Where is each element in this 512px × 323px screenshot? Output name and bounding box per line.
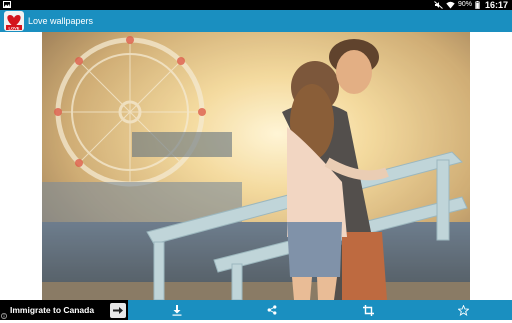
status-bar: 90% 16:17 <box>0 0 512 10</box>
battery-icon <box>475 1 480 9</box>
app-heart-icon[interactable]: LOVE <box>4 11 24 31</box>
star-icon <box>457 304 469 316</box>
ad-info-icon[interactable] <box>1 313 7 319</box>
arrow-right-icon <box>113 307 123 314</box>
clock: 16:17 <box>484 0 508 10</box>
download-icon <box>172 304 182 316</box>
crop-button[interactable] <box>359 302 377 318</box>
action-bar: LOVE Love wallpapers <box>0 10 512 32</box>
app-title: Love wallpapers <box>28 16 94 26</box>
couple-photo-icon <box>42 32 470 300</box>
favorite-button[interactable] <box>454 302 472 318</box>
app-icon-badge: LOVE <box>9 25 20 30</box>
download-button[interactable] <box>168 302 186 318</box>
crop-icon <box>362 304 374 316</box>
share-button[interactable] <box>263 302 281 318</box>
ad-banner[interactable]: Immigrate to Canada <box>0 300 128 320</box>
wallpaper-image[interactable] <box>42 32 470 300</box>
ad-arrow-button[interactable] <box>110 303 126 318</box>
battery-percent: 90% <box>457 1 472 8</box>
mute-icon <box>434 1 443 9</box>
ad-text[interactable]: Immigrate to Canada <box>10 304 94 316</box>
share-icon <box>267 305 277 315</box>
wifi-icon <box>446 1 455 9</box>
bottom-action-bar <box>128 300 512 320</box>
status-icons: 90% 16:17 <box>434 0 508 10</box>
gallery-notification-icon <box>3 1 11 8</box>
